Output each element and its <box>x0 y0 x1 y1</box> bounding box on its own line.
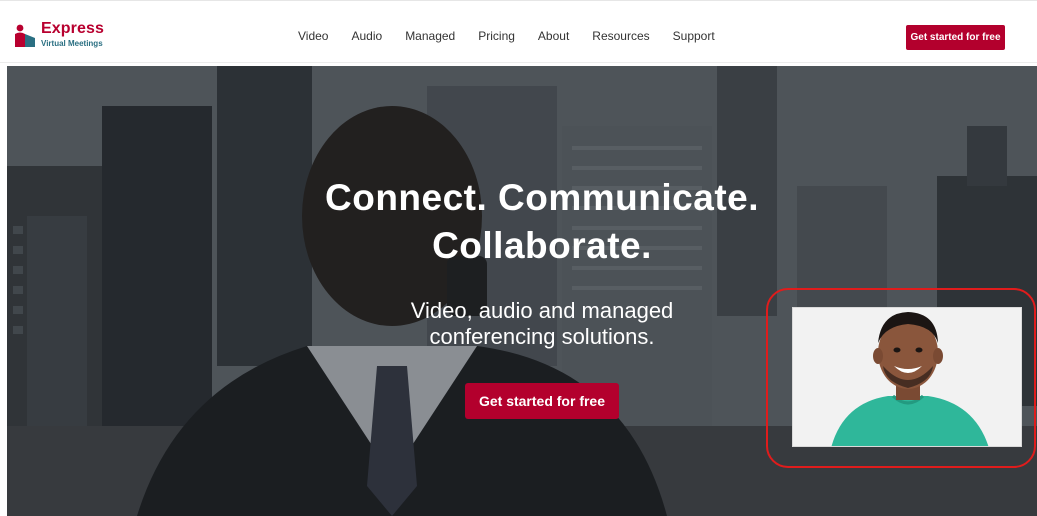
top-border <box>0 0 1037 4</box>
header-get-started-button[interactable]: Get started for free <box>906 25 1005 50</box>
main-nav: Video Audio Managed Pricing About Resour… <box>298 29 738 49</box>
smiling-man-webcam-feed <box>793 308 1021 446</box>
nav-item-about[interactable]: About <box>538 29 569 49</box>
hero-headline-line-1: Connect. Communicate. <box>325 177 759 218</box>
brand-name: Express <box>41 20 104 37</box>
nav-item-resources[interactable]: Resources <box>592 29 649 49</box>
brand-tagline: Virtual Meetings <box>41 39 103 48</box>
nav-item-managed[interactable]: Managed <box>405 29 455 49</box>
site-header: Express Virtual Meetings Video Audio Man… <box>0 5 1037 63</box>
nav-item-support[interactable]: Support <box>673 29 715 49</box>
brand-logo[interactable]: Express Virtual Meetings <box>14 20 134 53</box>
hero-headline: Connect. Communicate. Collaborate. <box>207 174 877 270</box>
hero-subheadline-line-2: conferencing solutions. <box>429 324 655 349</box>
hero-subheadline-line-1: Video, audio and managed <box>410 298 674 323</box>
hero-get-started-button[interactable]: Get started for free <box>465 383 619 419</box>
person-icon <box>15 24 35 47</box>
video-tile[interactable] <box>792 307 1022 447</box>
hero-headline-line-2: Collaborate. <box>432 225 652 266</box>
hero-subheadline: Video, audio and managed conferencing so… <box>327 298 757 350</box>
nav-item-video[interactable]: Video <box>298 29 328 49</box>
nav-item-audio[interactable]: Audio <box>351 29 382 49</box>
nav-item-pricing[interactable]: Pricing <box>478 29 515 49</box>
